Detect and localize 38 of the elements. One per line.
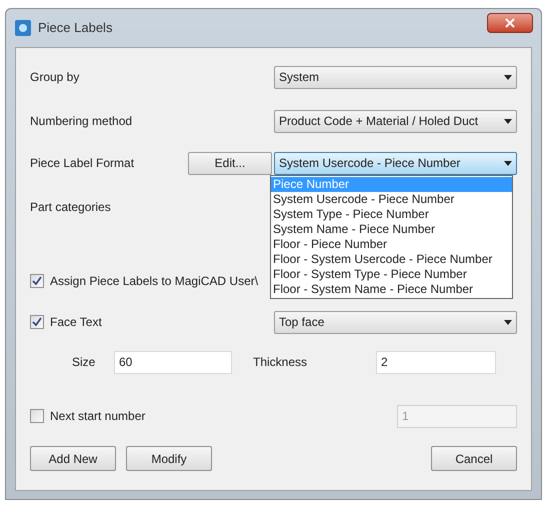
dropdown-option[interactable]: Floor - System Name - Piece Number (271, 282, 512, 297)
dropdown[interactable]: Product Code + Material / Holed Duct (274, 110, 517, 132)
checkbox-label: Face Text (50, 314, 102, 331)
checkmark-icon (32, 276, 42, 286)
checkbox-label: Next start number (50, 408, 146, 425)
checkbox-label: Assign Piece Labels to MagiCAD User\ (50, 273, 258, 290)
dropdown[interactable]: System Usercode - Piece Number (274, 152, 517, 174)
field-label: Size (72, 354, 96, 371)
window-title: Piece Labels (38, 19, 112, 38)
checkbox[interactable] (30, 315, 44, 329)
caret-icon (504, 160, 512, 166)
field-label: Group by (30, 69, 80, 86)
field-label: Part categories (30, 199, 111, 216)
dropdown[interactable]: System (274, 66, 517, 88)
close-button[interactable] (487, 13, 533, 33)
dialog-button[interactable]: Cancel (431, 446, 517, 471)
edit-button[interactable]: Edit... (188, 152, 272, 174)
close-icon (505, 18, 515, 28)
dropdown[interactable]: Top face (274, 310, 517, 334)
field-label: Piece Label Format (30, 155, 136, 172)
caret-icon (504, 320, 512, 324)
dropdown-option[interactable]: System Usercode - Piece Number (271, 192, 512, 207)
caret-icon (504, 74, 512, 80)
dropdown-option[interactable]: Floor - Piece Number (271, 237, 512, 252)
input-field[interactable]: 2 (376, 350, 496, 374)
dropdown-option[interactable]: System Type - Piece Number (271, 207, 512, 222)
dialog-button[interactable]: Modify (126, 446, 212, 471)
field-label: Numbering method (30, 113, 132, 130)
app-icon (14, 19, 32, 37)
checkmark-icon (32, 317, 42, 327)
dialog-button[interactable]: Add New (30, 446, 116, 471)
dropdown-option[interactable]: System Name - Piece Number (271, 222, 512, 237)
input-field[interactable]: 60 (114, 350, 232, 374)
field-label: Thickness (253, 354, 308, 371)
caret-icon (504, 118, 512, 124)
dropdown-option[interactable]: Floor - System Usercode - Piece Number (271, 252, 512, 267)
checkbox[interactable] (30, 274, 44, 288)
dropdown-option[interactable]: Floor - System Type - Piece Number (271, 267, 512, 282)
